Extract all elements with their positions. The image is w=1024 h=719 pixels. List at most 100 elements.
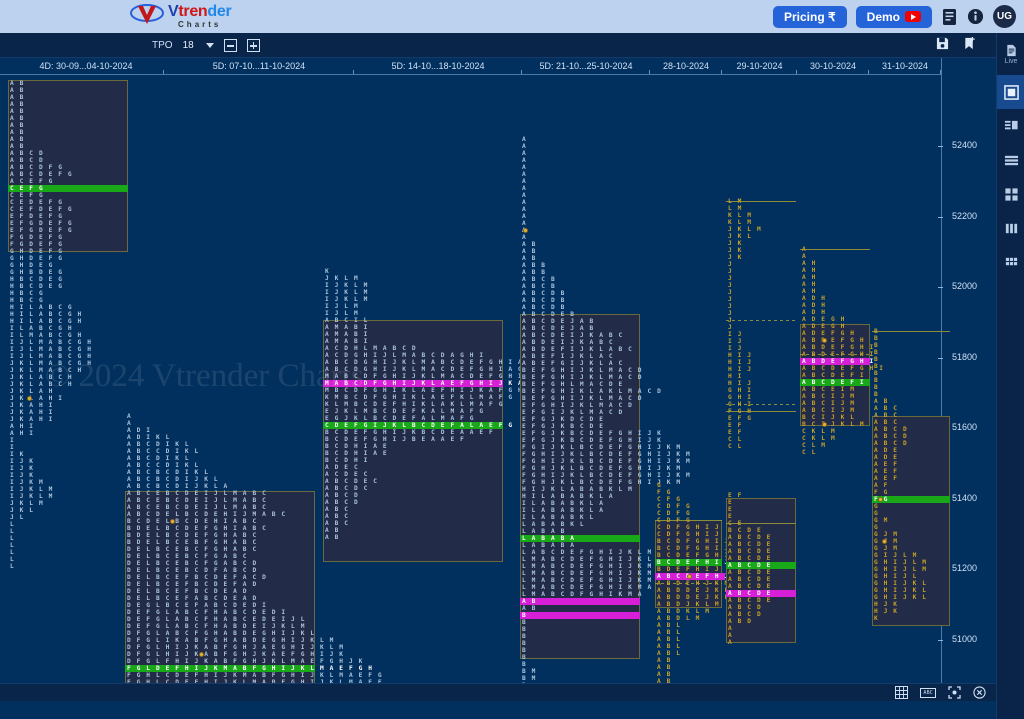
notes-icon[interactable] [941, 8, 958, 26]
tpo-row: A B L [657, 643, 682, 650]
tpo-row: A B E F G I J K L A C [522, 360, 624, 367]
tpo-row: G I J L M [874, 552, 918, 559]
tpo-row: C K L M [802, 435, 836, 442]
tpo-row: K M B C D F G H I K L A E F K L M A F G [325, 394, 514, 401]
tpo-row: F G D E F G [10, 234, 64, 241]
tpo-row: A B C D I K L [127, 441, 190, 448]
tpo-row: A [127, 413, 132, 420]
tpo-row: A B C D I K L [127, 455, 190, 462]
tpo-row: I L A B A B K L [522, 514, 595, 521]
chevron-down-icon[interactable] [205, 43, 214, 48]
price-tick-label: 51800 [952, 351, 978, 362]
tpo-row: A B C D C [325, 485, 369, 492]
tpo-row: H J K [874, 608, 899, 615]
tpo-row: A B C D E F I [802, 372, 865, 379]
single-print-marker-icon [822, 421, 828, 427]
tpo-row: A B [522, 598, 537, 605]
pricing-button[interactable]: Pricing ₹ [773, 5, 847, 28]
sidebar-item-quad-layout[interactable] [997, 177, 1024, 211]
tpo-row: B M [522, 668, 537, 675]
sidebar-item-columns-layout[interactable] [997, 211, 1024, 245]
tpo-row: E F G D E F G [10, 227, 73, 234]
tpo-row: A D E C [325, 464, 359, 471]
tpo-row: L [10, 549, 15, 556]
tpo-row: G H I J K L [874, 594, 928, 601]
tpo-row: H I J [728, 359, 753, 366]
tpo-row: E F G J K D C D E [522, 416, 605, 423]
tpo-row: A B C D E [728, 597, 772, 604]
tpo-row: A E F [874, 475, 899, 482]
demo-label: Demo [866, 9, 900, 24]
sidebar-item-grid-layout[interactable] [997, 245, 1024, 279]
sidebar-item-single-pane[interactable] [997, 75, 1024, 109]
tpo-row: A B [10, 143, 25, 150]
info-icon[interactable] [967, 8, 984, 26]
tpo-row: L [10, 563, 15, 570]
tpo-row: A D E [874, 454, 899, 461]
tpo-row: A B C D [728, 611, 762, 618]
tpo-row: E G J K L B C D E F A L M A F G [325, 415, 475, 422]
tpo-row: A B B [522, 269, 547, 276]
tpo-row: A [127, 420, 132, 427]
tpo-row: A B C B C D I J K L [127, 476, 219, 483]
chart-canvas[interactable]: 4D: 30-09...04-10-2024 5D: 07-10...11-10-… [0, 58, 996, 701]
brand-logo-block[interactable]: Vtrender Charts [130, 2, 232, 30]
tpo-row: H I [728, 373, 743, 380]
tpo-row: A B C D E [728, 562, 772, 569]
brand-name: Vtrender [168, 3, 232, 20]
tpo-row: A B D E I J K A B C [522, 339, 614, 346]
tpo-row: A E F [874, 468, 899, 475]
tpo-row: I L M A B C G H [10, 332, 83, 339]
tpo-row: A C D E C [325, 471, 369, 478]
avatar[interactable]: UG [993, 5, 1016, 28]
tpo-row: J K L A B C H [10, 381, 73, 388]
tpo-row: F G H I J K L B C D E F G H I J K M [522, 451, 691, 458]
tpo-increase-button[interactable] [246, 39, 260, 52]
sidebar-item-live[interactable]: Live [997, 33, 1024, 75]
tpo-decrease-button[interactable] [223, 39, 237, 52]
tpo-row: I J K L M [325, 296, 369, 303]
tpo-row: B [874, 384, 879, 391]
date-header: 31-10-2024 [869, 58, 941, 75]
tpo-row: G H I J L M [874, 566, 928, 573]
save-icon[interactable] [936, 37, 949, 55]
tpo-row: F G H L C D E F H I J K M A B F G H I J … [127, 672, 383, 679]
fit-screen-icon[interactable] [948, 686, 961, 699]
tpo-row: L A B A B A [522, 542, 576, 549]
tpo-row: G H I J L [874, 573, 918, 580]
tpo-row: G H I [728, 387, 753, 394]
tpo-row: A B C D [728, 604, 762, 611]
tpo-row: A B C I J M [802, 407, 856, 414]
tpo-row: L A B A B A [522, 535, 576, 542]
brand-subtitle: Charts [178, 19, 222, 29]
tpo-row: I J K [10, 458, 35, 465]
tpo-row: B D E L B C D E F G H A B C [127, 532, 258, 539]
tpo-row: D F G L A B C F G H A B D E G H I J K L [127, 630, 316, 637]
tpo-row: L A B A B K L [522, 521, 585, 528]
tpo-row: A B C D E [728, 576, 772, 583]
sidebar-item-split-pane[interactable] [997, 109, 1024, 143]
demo-button[interactable]: Demo [855, 5, 932, 28]
tpo-row: A [522, 234, 527, 241]
tpo-row: D E F G L A B C F H A B D E I J K L M [127, 623, 306, 630]
tpo-row: B C D F G H I J [657, 538, 730, 545]
tpo-row: G H I J K L [874, 580, 928, 587]
tpo-row: C E D E F G [10, 199, 64, 206]
single-print-marker-icon [822, 337, 828, 343]
tpo-row: A [522, 136, 527, 143]
bookmark-add-icon[interactable] [963, 36, 976, 55]
close-circle-icon[interactable] [973, 686, 986, 699]
tpo-row: A B C D B [522, 297, 566, 304]
tpo-row: I J [728, 331, 743, 338]
date-header: 30-10-2024 [797, 58, 869, 75]
tpo-row: B C D E F H I J [657, 559, 730, 566]
sidebar-item-rows-layout[interactable] [997, 143, 1024, 177]
tpo-row: I J K L M [10, 486, 54, 493]
tpo-row: A B C D E [728, 541, 772, 548]
tpo-row: A B C D E [728, 555, 772, 562]
initial-balance-line [800, 249, 870, 250]
tpo-row: L M A B C D F G H I K M A [522, 591, 643, 598]
grid-icon[interactable] [895, 686, 909, 699]
tpo-row: A [522, 143, 527, 150]
abc-icon[interactable]: ABC [920, 687, 936, 698]
